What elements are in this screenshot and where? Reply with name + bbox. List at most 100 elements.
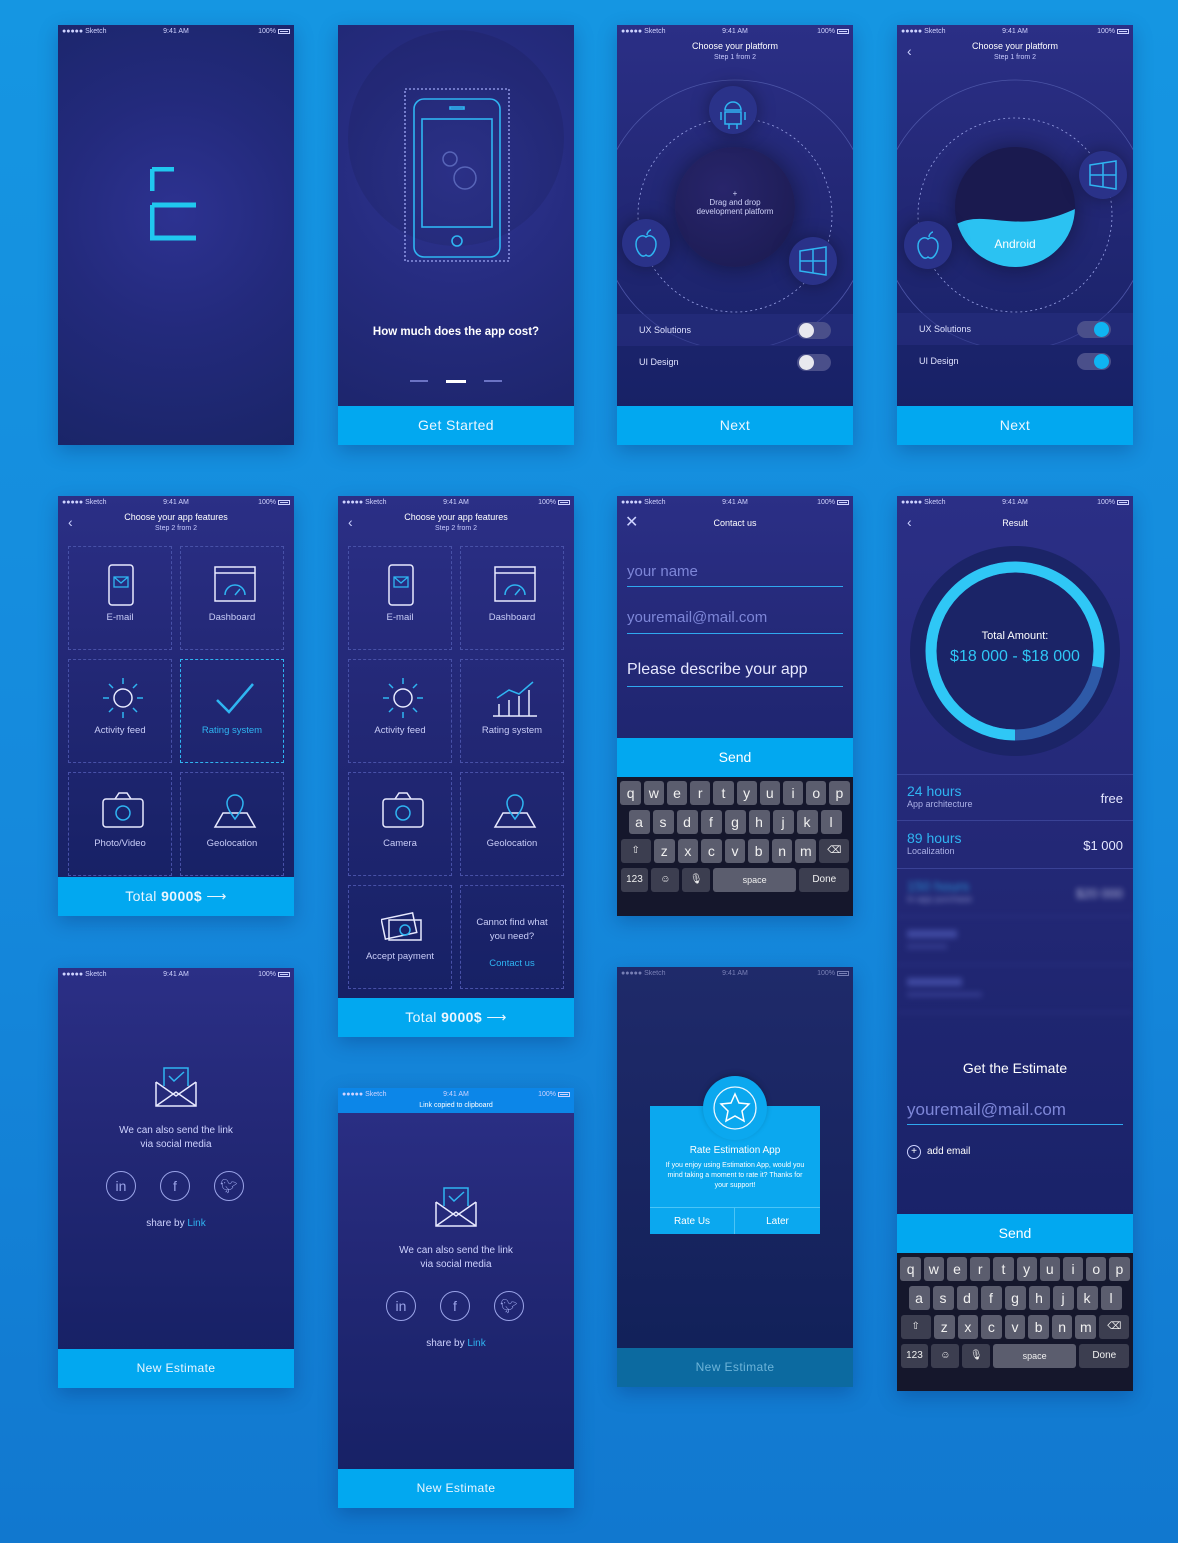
ui-toggle[interactable]	[1077, 353, 1111, 370]
key[interactable]: t	[713, 781, 734, 805]
key[interactable]: x	[957, 1315, 979, 1339]
microphone-key[interactable]: 🎙︎	[962, 1344, 991, 1368]
key[interactable]: j	[1052, 1286, 1074, 1310]
microphone-key[interactable]: 🎙︎	[682, 868, 711, 892]
space-key[interactable]: space	[713, 868, 797, 892]
page-indicator[interactable]	[410, 380, 502, 383]
key[interactable]: r	[970, 1257, 991, 1281]
shift-key[interactable]: ⇧	[620, 839, 651, 863]
done-key[interactable]: Done	[1079, 1344, 1130, 1368]
key[interactable]: w	[923, 1257, 944, 1281]
delete-key[interactable]: ⌫	[1099, 1315, 1130, 1339]
key[interactable]: p	[829, 781, 850, 805]
space-key[interactable]: space	[993, 1344, 1077, 1368]
twitter-icon[interactable]: 🐦︎	[214, 1171, 244, 1201]
feature-accept-payment[interactable]: Accept payment	[348, 885, 452, 989]
twitter-icon[interactable]: 🐦︎	[494, 1291, 524, 1321]
emoji-key[interactable]: ☺	[931, 1344, 960, 1368]
key[interactable]: w	[643, 781, 664, 805]
key[interactable]: c	[701, 839, 722, 863]
key[interactable]: q	[900, 1257, 921, 1281]
key[interactable]: s	[652, 810, 674, 834]
key[interactable]: f	[700, 810, 722, 834]
get-started-button[interactable]: Get Started	[338, 406, 574, 445]
key[interactable]: i	[1062, 1257, 1084, 1281]
key[interactable]: m	[1075, 1315, 1097, 1339]
key[interactable]: k	[1076, 1286, 1098, 1310]
numbers-key[interactable]: 123	[620, 868, 649, 892]
key[interactable]: l	[1100, 1286, 1122, 1310]
name-field[interactable]: your name	[627, 563, 843, 587]
key[interactable]: x	[677, 839, 699, 863]
feature-email[interactable]: E-mail	[68, 546, 172, 650]
key[interactable]: n	[1051, 1315, 1073, 1339]
feature-rating-system[interactable]: Rating system	[460, 659, 564, 763]
key[interactable]: c	[981, 1315, 1002, 1339]
key[interactable]: n	[771, 839, 793, 863]
feature-dashboard[interactable]: Dashboard	[460, 546, 564, 650]
key[interactable]: i	[782, 781, 804, 805]
key[interactable]: y	[1016, 1257, 1037, 1281]
send-button[interactable]: Send	[897, 1214, 1133, 1253]
key[interactable]: e	[946, 1257, 968, 1281]
key[interactable]: u	[759, 781, 780, 805]
key[interactable]: h	[1028, 1286, 1050, 1310]
key[interactable]: s	[932, 1286, 954, 1310]
apple-option[interactable]	[622, 219, 670, 267]
send-button[interactable]: Send	[617, 738, 853, 777]
facebook-icon[interactable]: f	[160, 1171, 190, 1201]
android-option[interactable]	[709, 86, 757, 134]
total-button[interactable]: Total 9000$ ⟶	[338, 998, 574, 1037]
delete-key[interactable]: ⌫	[819, 839, 850, 863]
key[interactable]: f	[980, 1286, 1002, 1310]
describe-field[interactable]: Please describe your app	[627, 661, 843, 687]
linkedin-icon[interactable]: in	[386, 1291, 416, 1321]
next-button[interactable]: Next	[897, 406, 1133, 445]
shift-key[interactable]: ⇧	[900, 1315, 931, 1339]
key[interactable]: k	[796, 810, 818, 834]
key[interactable]: d	[676, 810, 698, 834]
add-email-button[interactable]: + add email	[907, 1145, 970, 1159]
key[interactable]: j	[772, 810, 794, 834]
key[interactable]: q	[620, 781, 641, 805]
contact-us-cell[interactable]: Cannot find what you need? Contact us	[460, 885, 564, 989]
key[interactable]: o	[806, 781, 827, 805]
drop-zone[interactable]: + Drag and drop development platform	[675, 147, 795, 267]
key[interactable]: m	[795, 839, 817, 863]
key[interactable]: p	[1109, 1257, 1130, 1281]
key[interactable]: u	[1039, 1257, 1060, 1281]
key[interactable]: a	[628, 810, 650, 834]
feature-email[interactable]: E-mail	[348, 546, 452, 650]
email-field[interactable]: youremail@mail.com	[627, 609, 843, 634]
keyboard[interactable]: q w e r t y u i o p a s d f g h j k l ⇧ z x c v b n m ⌫ 123 ☺ 🎙︎ space D…	[617, 777, 853, 916]
linkedin-icon[interactable]: in	[106, 1171, 136, 1201]
selected-platform-orb[interactable]: Android	[955, 147, 1075, 267]
facebook-icon[interactable]: f	[440, 1291, 470, 1321]
feature-camera[interactable]: Camera	[348, 772, 452, 876]
emoji-key[interactable]: ☺	[651, 868, 680, 892]
share-by-link[interactable]: share by Link	[58, 1218, 294, 1229]
key[interactable]: y	[736, 781, 757, 805]
feature-geolocation[interactable]: Geolocation	[460, 772, 564, 876]
keyboard[interactable]: q w e r t y u i o p a s d f g h j k l ⇧ z x c v b n m ⌫ 123 ☺ 🎙︎ space D…	[897, 1253, 1133, 1391]
done-key[interactable]: Done	[799, 868, 850, 892]
key[interactable]: v	[724, 839, 746, 863]
key[interactable]: g	[724, 810, 746, 834]
feature-geolocation[interactable]: Geolocation	[180, 772, 284, 876]
key[interactable]: z	[653, 839, 675, 863]
feature-activity-feed[interactable]: Activity feed	[348, 659, 452, 763]
key[interactable]: h	[748, 810, 770, 834]
key[interactable]: o	[1086, 1257, 1107, 1281]
key[interactable]: z	[933, 1315, 955, 1339]
rate-us-button[interactable]: Rate Us	[650, 1207, 735, 1234]
feature-dashboard[interactable]: Dashboard	[180, 546, 284, 650]
key[interactable]: v	[1004, 1315, 1026, 1339]
ux-toggle[interactable]	[797, 322, 831, 339]
feature-rating-system[interactable]: Rating system	[180, 659, 284, 763]
key[interactable]: l	[820, 810, 842, 834]
windows-option[interactable]	[1079, 151, 1127, 199]
feature-activity-feed[interactable]: Activity feed	[68, 659, 172, 763]
contact-us-link[interactable]: Contact us	[461, 958, 563, 969]
next-button[interactable]: Next	[617, 406, 853, 445]
numbers-key[interactable]: 123	[900, 1344, 929, 1368]
